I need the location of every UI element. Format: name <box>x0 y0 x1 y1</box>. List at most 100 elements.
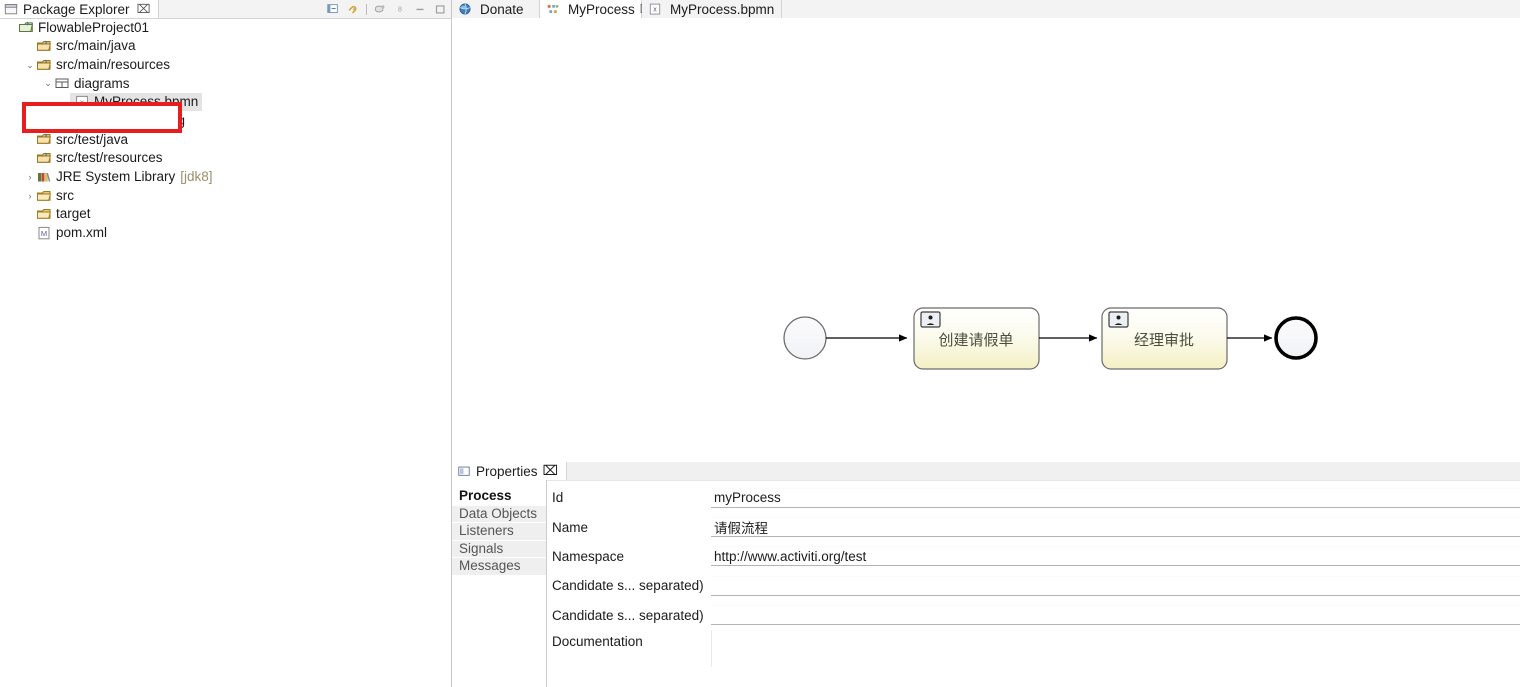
editor-tab-label: MyProcess.bpmn <box>670 2 774 17</box>
tree-item-content: src/main/java <box>36 38 136 54</box>
svg-text:M: M <box>41 229 47 238</box>
tree-item-label: src <box>56 189 74 203</box>
close-icon[interactable]: ⌧ <box>137 3 151 15</box>
tree-item-content: target <box>36 206 91 222</box>
tree-item-src-main-java[interactable]: src/main/java <box>0 37 452 56</box>
property-label: Name <box>547 520 711 535</box>
chevron-down-icon[interactable]: ⌄ <box>24 63 36 67</box>
tree-item-label: target <box>56 207 91 221</box>
properties-side-tabs[interactable]: ProcessData ObjectsListenersSignalsMessa… <box>452 480 547 687</box>
maximize-icon[interactable] <box>433 2 447 16</box>
maven-pom-icon: M <box>36 225 52 241</box>
tree-item-content: Mpom.xml <box>36 225 107 241</box>
tree-item-src-test-resources[interactable]: src/test/resources <box>0 149 452 168</box>
user-task-icon <box>921 312 940 327</box>
bpmn-task-2-label: 经理审批 <box>1134 332 1194 349</box>
properties-tabbar: Properties ⌧ <box>452 462 1520 481</box>
tree-item-target[interactable]: target <box>0 205 452 224</box>
tree-item-label: pom.xml <box>56 226 107 240</box>
properties-tab-process[interactable]: Process <box>452 488 546 506</box>
property-input-candidate-s-separated-[interactable] <box>711 605 1520 625</box>
properties-tab-data-objects[interactable]: Data Objects <box>452 506 546 524</box>
bpmn-task-2[interactable]: 经理审批 <box>1102 308 1227 369</box>
java-project-icon <box>18 19 34 35</box>
library-icon <box>36 169 52 185</box>
tree-item-flowableproject01[interactable]: FlowableProject01 <box>0 18 452 37</box>
tab-properties-label: Properties <box>476 464 538 479</box>
properties-fields: Id Name Namespace Candidate s... separated)… <box>547 480 1520 687</box>
view-menu-icon[interactable] <box>373 2 387 16</box>
tree-item-label: src/main/resources <box>56 58 170 72</box>
properties-tab-messages[interactable]: Messages <box>452 558 546 576</box>
collapse-all-icon[interactable] <box>326 2 340 16</box>
tree-item-diagrams[interactable]: ⌄ diagrams <box>0 74 452 93</box>
editor-tabbar: Donate MyProcess⌧ x MyProcess.bpmn <box>452 0 1520 19</box>
svg-text:8: 8 <box>398 7 402 14</box>
view-menu-chevron-icon[interactable]: 8 <box>393 2 407 16</box>
property-label: Documentation <box>547 630 711 649</box>
tree-item-pom-xml[interactable]: Mpom.xml <box>0 224 452 243</box>
xml-file-icon: x <box>647 2 663 16</box>
property-input-name[interactable] <box>711 517 1520 537</box>
tree-item-content: FlowableProject01 <box>18 19 149 35</box>
tree-item-jre-system-library[interactable]: ›JRE System Library[jdk8] <box>0 168 452 187</box>
properties-tab-signals[interactable]: Signals <box>452 541 546 559</box>
source-folder-icon <box>36 57 52 73</box>
tree-item-label: FlowableProject01 <box>38 21 149 35</box>
folder-icon <box>36 206 52 222</box>
source-folder-icon <box>36 131 52 147</box>
tree-item-src-main-resources[interactable]: ⌄ src/main/resources <box>0 55 452 74</box>
chevron-right-icon[interactable]: › <box>24 191 36 201</box>
package-explorer-tabbar: Package Explorer ⌧ <box>0 0 451 19</box>
editor-tab-donate[interactable]: Donate <box>452 0 540 18</box>
tree-item-src[interactable]: › src <box>0 186 452 205</box>
editor-area: Donate MyProcess⌧ x MyProcess.bpmn <box>452 0 1520 687</box>
properties-body: ProcessData ObjectsListenersSignalsMessa… <box>452 480 1520 687</box>
property-row-name: Name <box>547 512 1520 541</box>
package-explorer-view: Package Explorer ⌧ <box>0 0 452 687</box>
bpmn-diagram-svg: 创建请假单 经理审批 <box>452 18 1520 462</box>
tree-item-content: JRE System Library[jdk8] <box>36 169 213 185</box>
tab-package-explorer-label: Package Explorer <box>23 2 130 17</box>
property-label: Candidate s... separated) <box>547 608 711 623</box>
properties-view: Properties ⌧ ProcessData ObjectsListener… <box>452 462 1520 687</box>
folder-icon <box>36 188 52 204</box>
bpmn-task-1-label: 创建请假单 <box>938 332 1013 349</box>
editor-tab-label: Donate <box>480 2 524 17</box>
property-row-documentation: Documentation <box>547 630 1520 664</box>
bpmn-task-1[interactable]: 创建请假单 <box>914 308 1039 369</box>
tab-package-explorer[interactable]: Package Explorer ⌧ <box>0 0 159 18</box>
tab-properties[interactable]: Properties ⌧ <box>452 462 567 480</box>
property-label: Id <box>547 490 711 505</box>
source-folder-icon <box>36 38 52 54</box>
package-explorer-toolbar: 8 <box>326 0 447 18</box>
svg-text:x: x <box>653 7 657 14</box>
close-icon[interactable]: ⌧ <box>543 463 559 479</box>
property-input-namespace[interactable] <box>711 546 1520 566</box>
bpmn-start-event[interactable] <box>784 317 826 359</box>
tree-item-label: src/main/java <box>56 39 136 53</box>
chevron-down-icon[interactable]: ⌄ <box>42 81 54 85</box>
eclipse-workbench: Package Explorer ⌧ <box>0 0 1520 687</box>
field-separator <box>547 480 1520 481</box>
property-input-candidate-s-separated-[interactable] <box>711 576 1520 596</box>
minimize-icon[interactable] <box>413 2 427 16</box>
tree-item-content: src/test/java <box>36 131 128 147</box>
package-explorer-icon <box>4 2 18 16</box>
link-with-editor-icon[interactable] <box>346 2 360 16</box>
bpmn-end-event[interactable] <box>1276 318 1316 358</box>
property-label: Namespace <box>547 549 711 564</box>
tree-item-label: diagrams <box>74 77 130 91</box>
property-input-id[interactable] <box>711 488 1520 508</box>
tree-item-content: src <box>36 188 74 204</box>
property-row-candidate-s-separated-: Candidate s... separated) <box>547 571 1520 600</box>
properties-tab-listeners[interactable]: Listeners <box>452 523 546 541</box>
editor-tab-myprocess-bpmn[interactable]: x MyProcess.bpmn <box>642 0 782 18</box>
editor-tab-myprocess[interactable]: MyProcess⌧ <box>540 0 642 18</box>
tree-item-content: src/test/resources <box>36 150 163 166</box>
property-textarea-documentation[interactable] <box>711 630 1520 667</box>
chevron-right-icon[interactable]: › <box>24 172 36 182</box>
property-row-candidate-s-separated-: Candidate s... separated) <box>547 601 1520 630</box>
bpmn-diagram-canvas[interactable]: 创建请假单 经理审批 <box>452 18 1520 463</box>
tree-item-content: diagrams <box>54 75 130 91</box>
